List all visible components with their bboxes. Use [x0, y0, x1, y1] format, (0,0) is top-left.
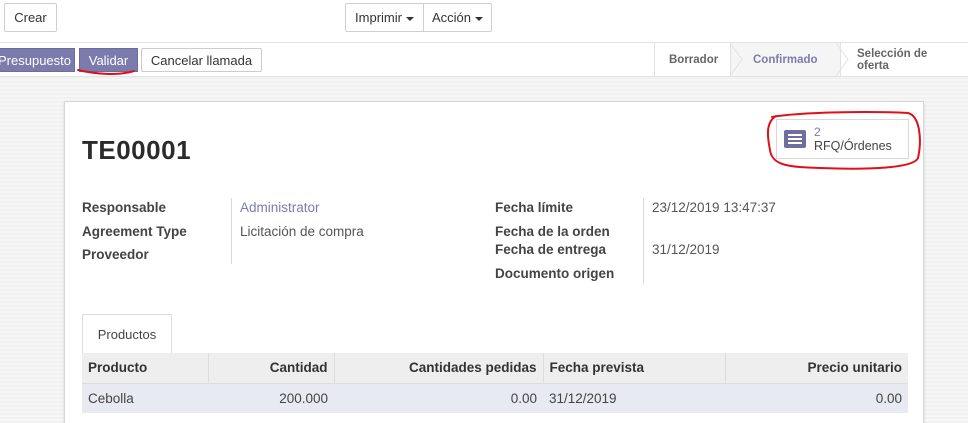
- stage-pipeline: Borrador Confirmado Selección de oferta: [654, 43, 968, 76]
- stage-label: Confirmado: [753, 53, 818, 66]
- validate-button[interactable]: Validar: [79, 48, 138, 72]
- responsible-label: Responsable: [82, 200, 167, 215]
- action-label: Acción: [431, 10, 472, 25]
- cell-unit-price[interactable]: 0.00: [725, 382, 908, 413]
- caret-down-icon: [405, 16, 414, 21]
- cell-product[interactable]: Cebolla: [82, 382, 208, 413]
- list-icon: [784, 130, 806, 148]
- tab-products[interactable]: Productos: [82, 314, 172, 354]
- stage-offer-selection[interactable]: Selección de oferta: [840, 43, 968, 76]
- agreement-type-value[interactable]: Licitación de compra: [240, 224, 364, 239]
- tab-label: Productos: [97, 326, 157, 342]
- validate-button-label: Validar: [88, 52, 129, 68]
- field-divider: [231, 198, 232, 264]
- column-header-unit-price[interactable]: Precio unitario: [725, 353, 908, 383]
- stage-draft[interactable]: Borrador: [654, 43, 730, 76]
- table-header-row: Producto Cantidad Cantidades pedidas Fec…: [82, 353, 908, 383]
- quote-button[interactable]: Presupuesto: [0, 48, 75, 72]
- cell-scheduled-date[interactable]: 31/12/2019: [543, 382, 725, 413]
- agreement-type-label: Agreement Type: [82, 224, 187, 239]
- cancel-call-button[interactable]: Cancelar llamada: [141, 48, 262, 72]
- deadline-value[interactable]: 23/12/2019 13:47:37: [652, 200, 776, 215]
- delivery-date-label: Fecha de entrega: [495, 242, 607, 257]
- action-dropdown[interactable]: Acción: [423, 3, 492, 32]
- cancel-button-label: Cancelar llamada: [150, 52, 253, 68]
- caret-down-icon: [475, 16, 484, 21]
- control-panel: Crear Imprimir Acción: [0, 0, 968, 42]
- cell-ordered-quantity[interactable]: 0.00: [334, 382, 543, 413]
- source-document-label: Documento origen: [495, 266, 615, 281]
- cell-quantity[interactable]: 200.000: [208, 382, 334, 413]
- column-header-quantity[interactable]: Cantidad: [208, 353, 335, 383]
- print-label: Imprimir: [355, 10, 402, 25]
- stage-confirmed[interactable]: Confirmado: [730, 43, 840, 76]
- quote-button-label: Presupuesto: [0, 52, 71, 68]
- status-bar: Presupuesto Validar Cancelar llamada Bor…: [0, 42, 968, 77]
- vendor-label: Proveedor: [82, 247, 149, 262]
- form-sheet: 2 RFQ/Órdenes TE00001 Responsable Admini…: [64, 101, 924, 423]
- create-button-label: Crear: [14, 10, 47, 25]
- create-button[interactable]: Crear: [4, 3, 57, 32]
- field-divider: [643, 198, 644, 284]
- record-title: TE00001: [82, 135, 192, 165]
- table-row[interactable]: Cebolla 200.000 0.00 31/12/2019 0.00: [82, 382, 908, 413]
- print-dropdown[interactable]: Imprimir: [345, 3, 424, 32]
- column-header-product[interactable]: Producto: [82, 353, 209, 383]
- order-date-label: Fecha de la orden: [495, 224, 610, 239]
- rfq-label: RFQ/Órdenes: [814, 139, 892, 153]
- stage-label: Borrador: [669, 53, 719, 66]
- responsible-value[interactable]: Administrator: [240, 200, 320, 215]
- column-header-ordered-quantity[interactable]: Cantidades pedidas: [334, 353, 544, 383]
- column-header-scheduled-date[interactable]: Fecha prevista: [543, 353, 726, 383]
- stage-label: Selección de oferta: [857, 47, 928, 72]
- deadline-label: Fecha límite: [495, 200, 574, 215]
- rfq-count: 2: [814, 125, 821, 139]
- rfq-orders-smart-button[interactable]: 2 RFQ/Órdenes: [776, 119, 909, 159]
- product-lines-table: Producto Cantidad Cantidades pedidas Fec…: [82, 353, 908, 413]
- delivery-date-value[interactable]: 31/12/2019: [652, 242, 720, 257]
